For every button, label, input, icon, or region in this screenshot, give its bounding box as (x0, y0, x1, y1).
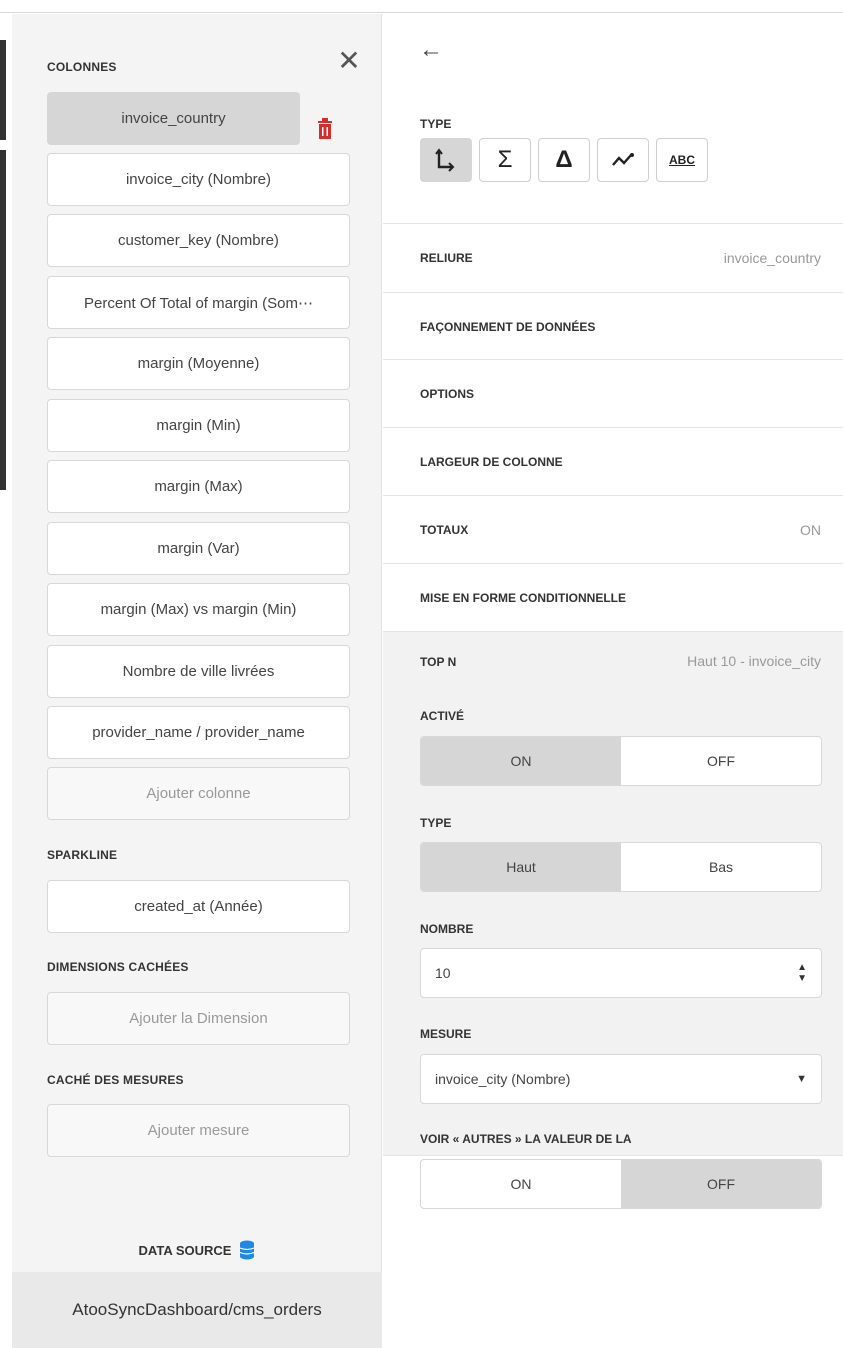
close-icon[interactable]: ✕ (334, 46, 364, 76)
measure-value: invoice_city (Nombre) (435, 1071, 571, 1087)
columns-section-label: COLONNES (47, 60, 117, 74)
topn-type-toggle: Haut Bas (420, 842, 822, 892)
binding-row[interactable]: RELIURE invoice_country (383, 223, 843, 291)
delta-icon: Δ (555, 146, 573, 173)
active-off-option[interactable]: OFF (621, 737, 821, 785)
conditional-formatting-label: MISE EN FORME CONDITIONNELLE (420, 590, 627, 605)
type-top-option[interactable]: Haut (421, 843, 621, 891)
column-item[interactable]: margin (Var) (47, 522, 350, 575)
column-item[interactable]: customer_key (Nombre) (47, 214, 350, 267)
column-width-label: LARGEUR DE COLONNE (420, 454, 563, 469)
abc-icon: ABC (669, 153, 695, 167)
column-item[interactable]: invoice_city (Nombre) (47, 153, 350, 206)
top-n-section: TOP N Haut 10 - invoice_city ACTIVÉ ON O… (383, 631, 843, 1156)
data-source-connection[interactable]: AtooSyncDashboard/cms_orders (12, 1272, 382, 1348)
background-edge (0, 150, 6, 490)
increment-icon[interactable]: ▲ (797, 962, 807, 973)
options-row[interactable]: OPTIONS (383, 359, 843, 427)
column-item[interactable]: margin (Moyenne) (47, 337, 350, 390)
top-border (0, 12, 843, 13)
topn-type-label: TYPE (420, 816, 452, 830)
add-column-button[interactable]: Ajouter colonne (47, 767, 350, 820)
sparkline-type-button[interactable] (597, 138, 649, 182)
column-item[interactable]: provider_name / provider_name (47, 706, 350, 759)
totals-row[interactable]: TOTAUX ON (383, 495, 843, 563)
number-input[interactable]: 10 ▲ ▼ (420, 948, 822, 998)
type-button-group: Σ Δ ABC (420, 138, 708, 182)
number-stepper[interactable]: ▲ ▼ (797, 962, 807, 984)
delta-type-button[interactable]: Δ (538, 138, 590, 182)
others-on-option[interactable]: ON (421, 1160, 621, 1208)
sigma-icon: Σ (497, 146, 513, 173)
add-measure-button[interactable]: Ajouter mesure (47, 1104, 350, 1157)
measure-select[interactable]: invoice_city (Nombre) ▼ (420, 1054, 822, 1104)
data-shaping-label: FAÇONNEMENT DE DONNÉES (420, 319, 596, 334)
measure-label: MESURE (420, 1027, 472, 1041)
column-item-invoice-country[interactable]: invoice_country (47, 92, 300, 145)
trash-icon[interactable] (316, 118, 334, 140)
chevron-down-icon: ▼ (796, 1073, 807, 1085)
back-arrow-icon[interactable]: ← (419, 36, 443, 64)
decrement-icon[interactable]: ▼ (797, 973, 807, 984)
dimension-type-button[interactable] (420, 138, 472, 182)
column-width-row[interactable]: LARGEUR DE COLONNE (383, 427, 843, 495)
active-label: ACTIVÉ (420, 709, 465, 723)
totals-label: TOTAUX (420, 522, 469, 537)
conditional-formatting-row[interactable]: MISE EN FORME CONDITIONNELLE (383, 563, 843, 631)
others-off-option[interactable]: OFF (621, 1160, 821, 1208)
hidden-dimensions-label: DIMENSIONS CACHÉES (47, 960, 189, 974)
active-toggle: ON OFF (420, 736, 822, 786)
columns-panel: COLONNES ✕ invoice_country invoice_city … (12, 14, 382, 1348)
top-n-label: TOP N (420, 655, 457, 669)
dimension-icon (435, 148, 455, 172)
data-shaping-row[interactable]: FAÇONNEMENT DE DONNÉES (383, 292, 843, 360)
number-value: 10 (435, 965, 451, 981)
sparkline-icon (612, 153, 634, 166)
show-others-label: VOIR « AUTRES » LA VALEUR DE LA (420, 1132, 632, 1146)
add-dimension-button[interactable]: Ajouter la Dimension (47, 992, 350, 1045)
column-item[interactable]: margin (Max) (47, 460, 350, 513)
top-n-value: Haut 10 - invoice_city (687, 653, 821, 669)
sparkline-item[interactable]: created_at (Année) (47, 880, 350, 933)
data-source-label: DATA SOURCE (138, 1242, 232, 1258)
data-source-header: DATA SOURCE (12, 1240, 382, 1260)
text-type-button[interactable]: ABC (656, 138, 708, 182)
background-edge (0, 40, 6, 140)
properties-panel: ← TYPE Σ Δ ABC RELIURE invoice_country F… (383, 14, 843, 1348)
options-label: OPTIONS (420, 386, 475, 401)
binding-value: invoice_country (723, 249, 821, 266)
column-item[interactable]: margin (Max) vs margin (Min) (47, 583, 350, 636)
sparkline-section-label: SPARKLINE (47, 848, 118, 862)
hidden-measures-label: CACHÉ DES MESURES (47, 1073, 184, 1087)
number-label: NOMBRE (420, 922, 474, 936)
column-item[interactable]: Percent Of Total of margin (Som⋯ (47, 276, 350, 329)
show-others-toggle: ON OFF (420, 1159, 822, 1209)
database-icon (240, 1240, 255, 1260)
column-item[interactable]: margin (Min) (47, 399, 350, 452)
column-item[interactable]: Nombre de ville livrées (47, 645, 350, 698)
type-bottom-option[interactable]: Bas (621, 843, 821, 891)
type-label: TYPE (420, 117, 452, 131)
binding-label: RELIURE (420, 250, 473, 265)
totals-value: ON (800, 521, 821, 538)
active-on-option[interactable]: ON (421, 737, 621, 785)
sum-type-button[interactable]: Σ (479, 138, 531, 182)
